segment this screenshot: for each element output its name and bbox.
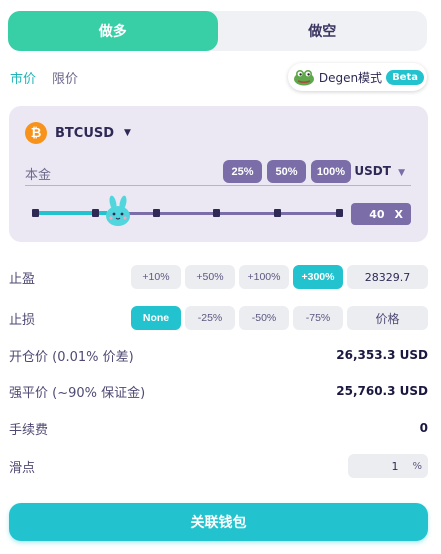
take-profit-100-button[interactable]: +100% xyxy=(239,265,289,289)
take-profit-price-input[interactable]: 28329.7 xyxy=(347,265,428,289)
slippage-label: 滑点 xyxy=(9,460,36,476)
entry-price-value: 26,353.3 USD xyxy=(336,348,428,362)
leverage-input[interactable]: 40 X xyxy=(351,203,411,225)
chevron-down-icon: ▼ xyxy=(398,168,405,178)
tab-market[interactable]: 市价 xyxy=(10,68,36,87)
slippage-value: 1 xyxy=(391,459,399,473)
take-profit-row: 止盈 +10% +50% +100% +300% 28329.7 xyxy=(9,265,428,289)
principal-label: 本金 xyxy=(25,168,52,183)
degen-mode-label: Degen模式 xyxy=(318,70,383,85)
currency-selector[interactable]: USDT ▼ xyxy=(354,164,405,178)
stop-loss-75-button[interactable]: -75% xyxy=(293,306,343,330)
side-toggle: 做多 做空 xyxy=(8,11,427,51)
take-profit-300-button[interactable]: +300% xyxy=(293,265,343,289)
take-profit-label: 止盈 xyxy=(9,271,36,287)
principal-input[interactable]: 本金 25% 50% 100% USDT ▼ xyxy=(25,158,411,186)
take-profit-50-button[interactable]: +50% xyxy=(185,265,235,289)
long-button[interactable]: 做多 xyxy=(8,11,218,51)
leverage-suffix: X xyxy=(394,207,403,221)
fee-value: 0 xyxy=(419,421,428,435)
bunny-slider-thumb-icon[interactable] xyxy=(103,195,133,227)
liquidation-price-value: 25,760.3 USD xyxy=(336,384,428,398)
liquidation-price-row: 强平价 (~90% 保证金) 25,760.3 USD xyxy=(9,379,428,403)
entry-price-label: 开仓价 (0.01% 价差) xyxy=(9,349,134,365)
liquidation-price-label: 强平价 (~90% 保证金) xyxy=(9,385,146,401)
slippage-row: 滑点 1 % xyxy=(9,454,428,478)
slider-tick xyxy=(32,209,39,217)
position-card: ₿ BTCUSD ▼ 本金 25% 50% 100% USDT ▼ 40 X xyxy=(9,106,428,242)
entry-price-row: 开仓价 (0.01% 价差) 26,353.3 USD xyxy=(9,343,428,367)
percent-25-button[interactable]: 25% xyxy=(223,160,262,183)
short-button[interactable]: 做空 xyxy=(218,11,428,51)
connect-wallet-button[interactable]: 关联钱包 xyxy=(9,503,428,541)
beta-badge: Beta xyxy=(386,69,424,85)
fee-row: 手续费 0 xyxy=(9,416,428,440)
asset-symbol: BTCUSD xyxy=(55,125,115,141)
percent-50-button[interactable]: 50% xyxy=(267,160,306,183)
bitcoin-icon: ₿ xyxy=(25,122,47,144)
leverage-value: 40 xyxy=(369,207,385,221)
percent-100-button[interactable]: 100% xyxy=(311,160,351,183)
slider-tick xyxy=(213,209,220,217)
stop-loss-label: 止损 xyxy=(9,312,36,328)
leverage-slider[interactable] xyxy=(25,195,343,227)
currency-label: USDT xyxy=(354,164,391,178)
stop-loss-25-button[interactable]: -25% xyxy=(185,306,235,330)
slider-tick xyxy=(153,209,160,217)
take-profit-10-button[interactable]: +10% xyxy=(131,265,181,289)
tab-limit[interactable]: 限价 xyxy=(52,68,78,87)
slippage-unit: % xyxy=(412,460,422,472)
stop-loss-50-button[interactable]: -50% xyxy=(239,306,289,330)
asset-selector[interactable]: ₿ BTCUSD ▼ xyxy=(25,122,131,144)
slider-tick xyxy=(336,209,343,217)
fee-label: 手续费 xyxy=(9,422,49,438)
stop-loss-none-button[interactable]: None xyxy=(131,306,181,330)
order-type-tabs: 市价 限价 xyxy=(10,68,78,87)
degen-mode-button[interactable]: Degen模式 Beta xyxy=(287,63,427,91)
pepe-frog-icon xyxy=(293,68,315,86)
chevron-down-icon: ▼ xyxy=(124,128,131,138)
stop-loss-row: 止损 None -25% -50% -75% 价格 xyxy=(9,306,428,330)
stop-loss-price-input[interactable]: 价格 xyxy=(347,306,428,330)
slider-tick xyxy=(92,209,99,217)
slider-tick xyxy=(274,209,281,217)
slippage-input[interactable]: 1 % xyxy=(348,454,428,478)
